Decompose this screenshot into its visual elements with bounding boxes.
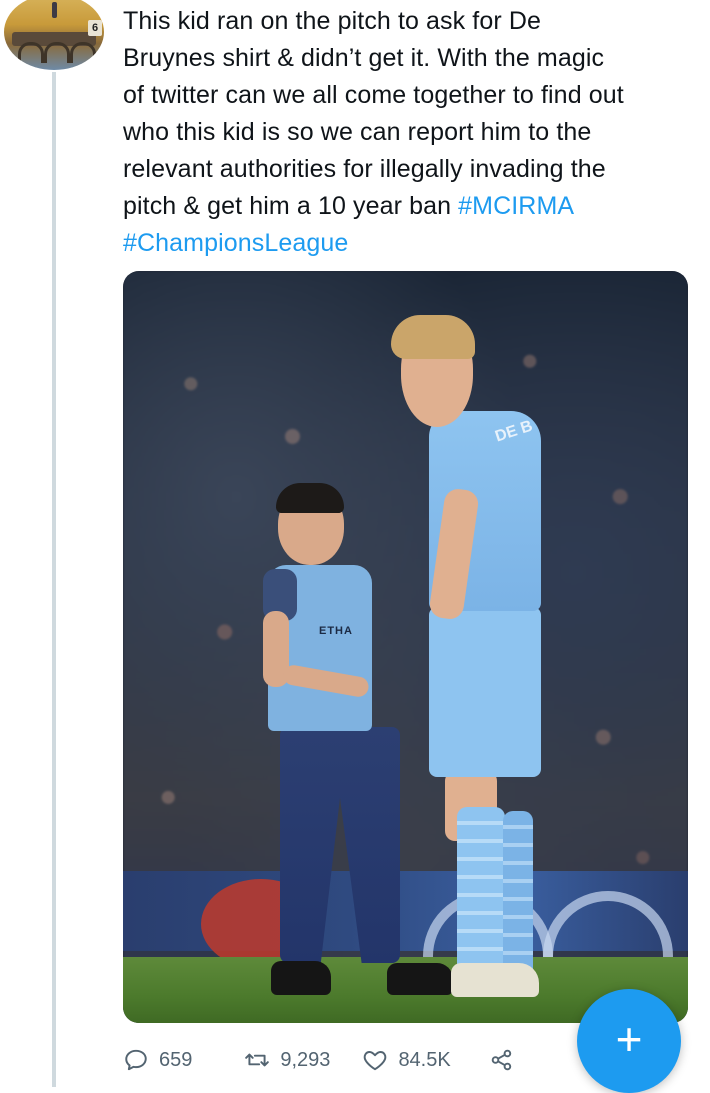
hashtag-link-championsleague[interactable]: #ChampionsLeague	[123, 229, 348, 257]
avatar-badge: 6	[88, 20, 102, 36]
tweet-text-line: This kid ran on the pitch to ask for De	[123, 7, 541, 35]
tweet-text-line: Bruynes shirt & didn’t get it. With the …	[123, 44, 605, 72]
reply-icon	[125, 1049, 147, 1071]
tweet-text-line: relevant authorities for illegally invad…	[123, 155, 606, 183]
tweet-action-bar: 659 9,293 84.5K	[123, 1038, 603, 1082]
avatar-figure	[52, 2, 57, 18]
photo-kid-hair	[276, 483, 344, 513]
like-count: 84.5K	[398, 1048, 451, 1071]
avatar[interactable]: 6	[4, 0, 104, 70]
photo-advertising-board	[123, 871, 688, 1021]
photo-player-sock	[457, 807, 505, 977]
photo-kid-shoe	[387, 963, 453, 995]
reply-button[interactable]: 659	[123, 1047, 192, 1073]
avatar-arch	[18, 42, 44, 63]
like-button[interactable]: 84.5K	[362, 1047, 451, 1073]
reply-count: 659	[159, 1048, 193, 1071]
photo-kid-shoe	[271, 961, 331, 995]
heart-icon	[364, 1051, 387, 1071]
photo-player-sock	[503, 811, 533, 981]
compose-tweet-button[interactable]: +	[577, 989, 681, 1093]
retweet-button[interactable]: 9,293	[244, 1047, 330, 1073]
tweet-text: This kid ran on the pitch to ask for De …	[123, 3, 703, 262]
avatar-arch	[70, 42, 96, 63]
photo-player-shorts	[429, 607, 541, 777]
thread-connector-line	[52, 72, 56, 1087]
avatar-arch	[44, 42, 70, 63]
share-button[interactable]	[489, 1047, 515, 1073]
tweet-text-line: of twitter can we all come together to f…	[123, 81, 624, 109]
photo-kid-shirt-sponsor: ETHA	[319, 625, 353, 637]
share-icon	[491, 1049, 511, 1071]
tweet-media-photo[interactable]: ETHA DE B	[123, 271, 688, 1023]
plus-icon: +	[615, 1013, 643, 1065]
photo-player-boot	[451, 963, 539, 997]
retweet-count: 9,293	[280, 1048, 331, 1071]
hashtag-link-mcirma[interactable]: #MCIRMA	[458, 192, 574, 220]
tweet-text-line: pitch & get him a 10 year ban	[123, 192, 459, 220]
tweet-text-line: who this kid is so we can report him to …	[123, 118, 592, 146]
retweet-icon	[245, 1053, 270, 1067]
photo-player-hair	[391, 315, 475, 359]
